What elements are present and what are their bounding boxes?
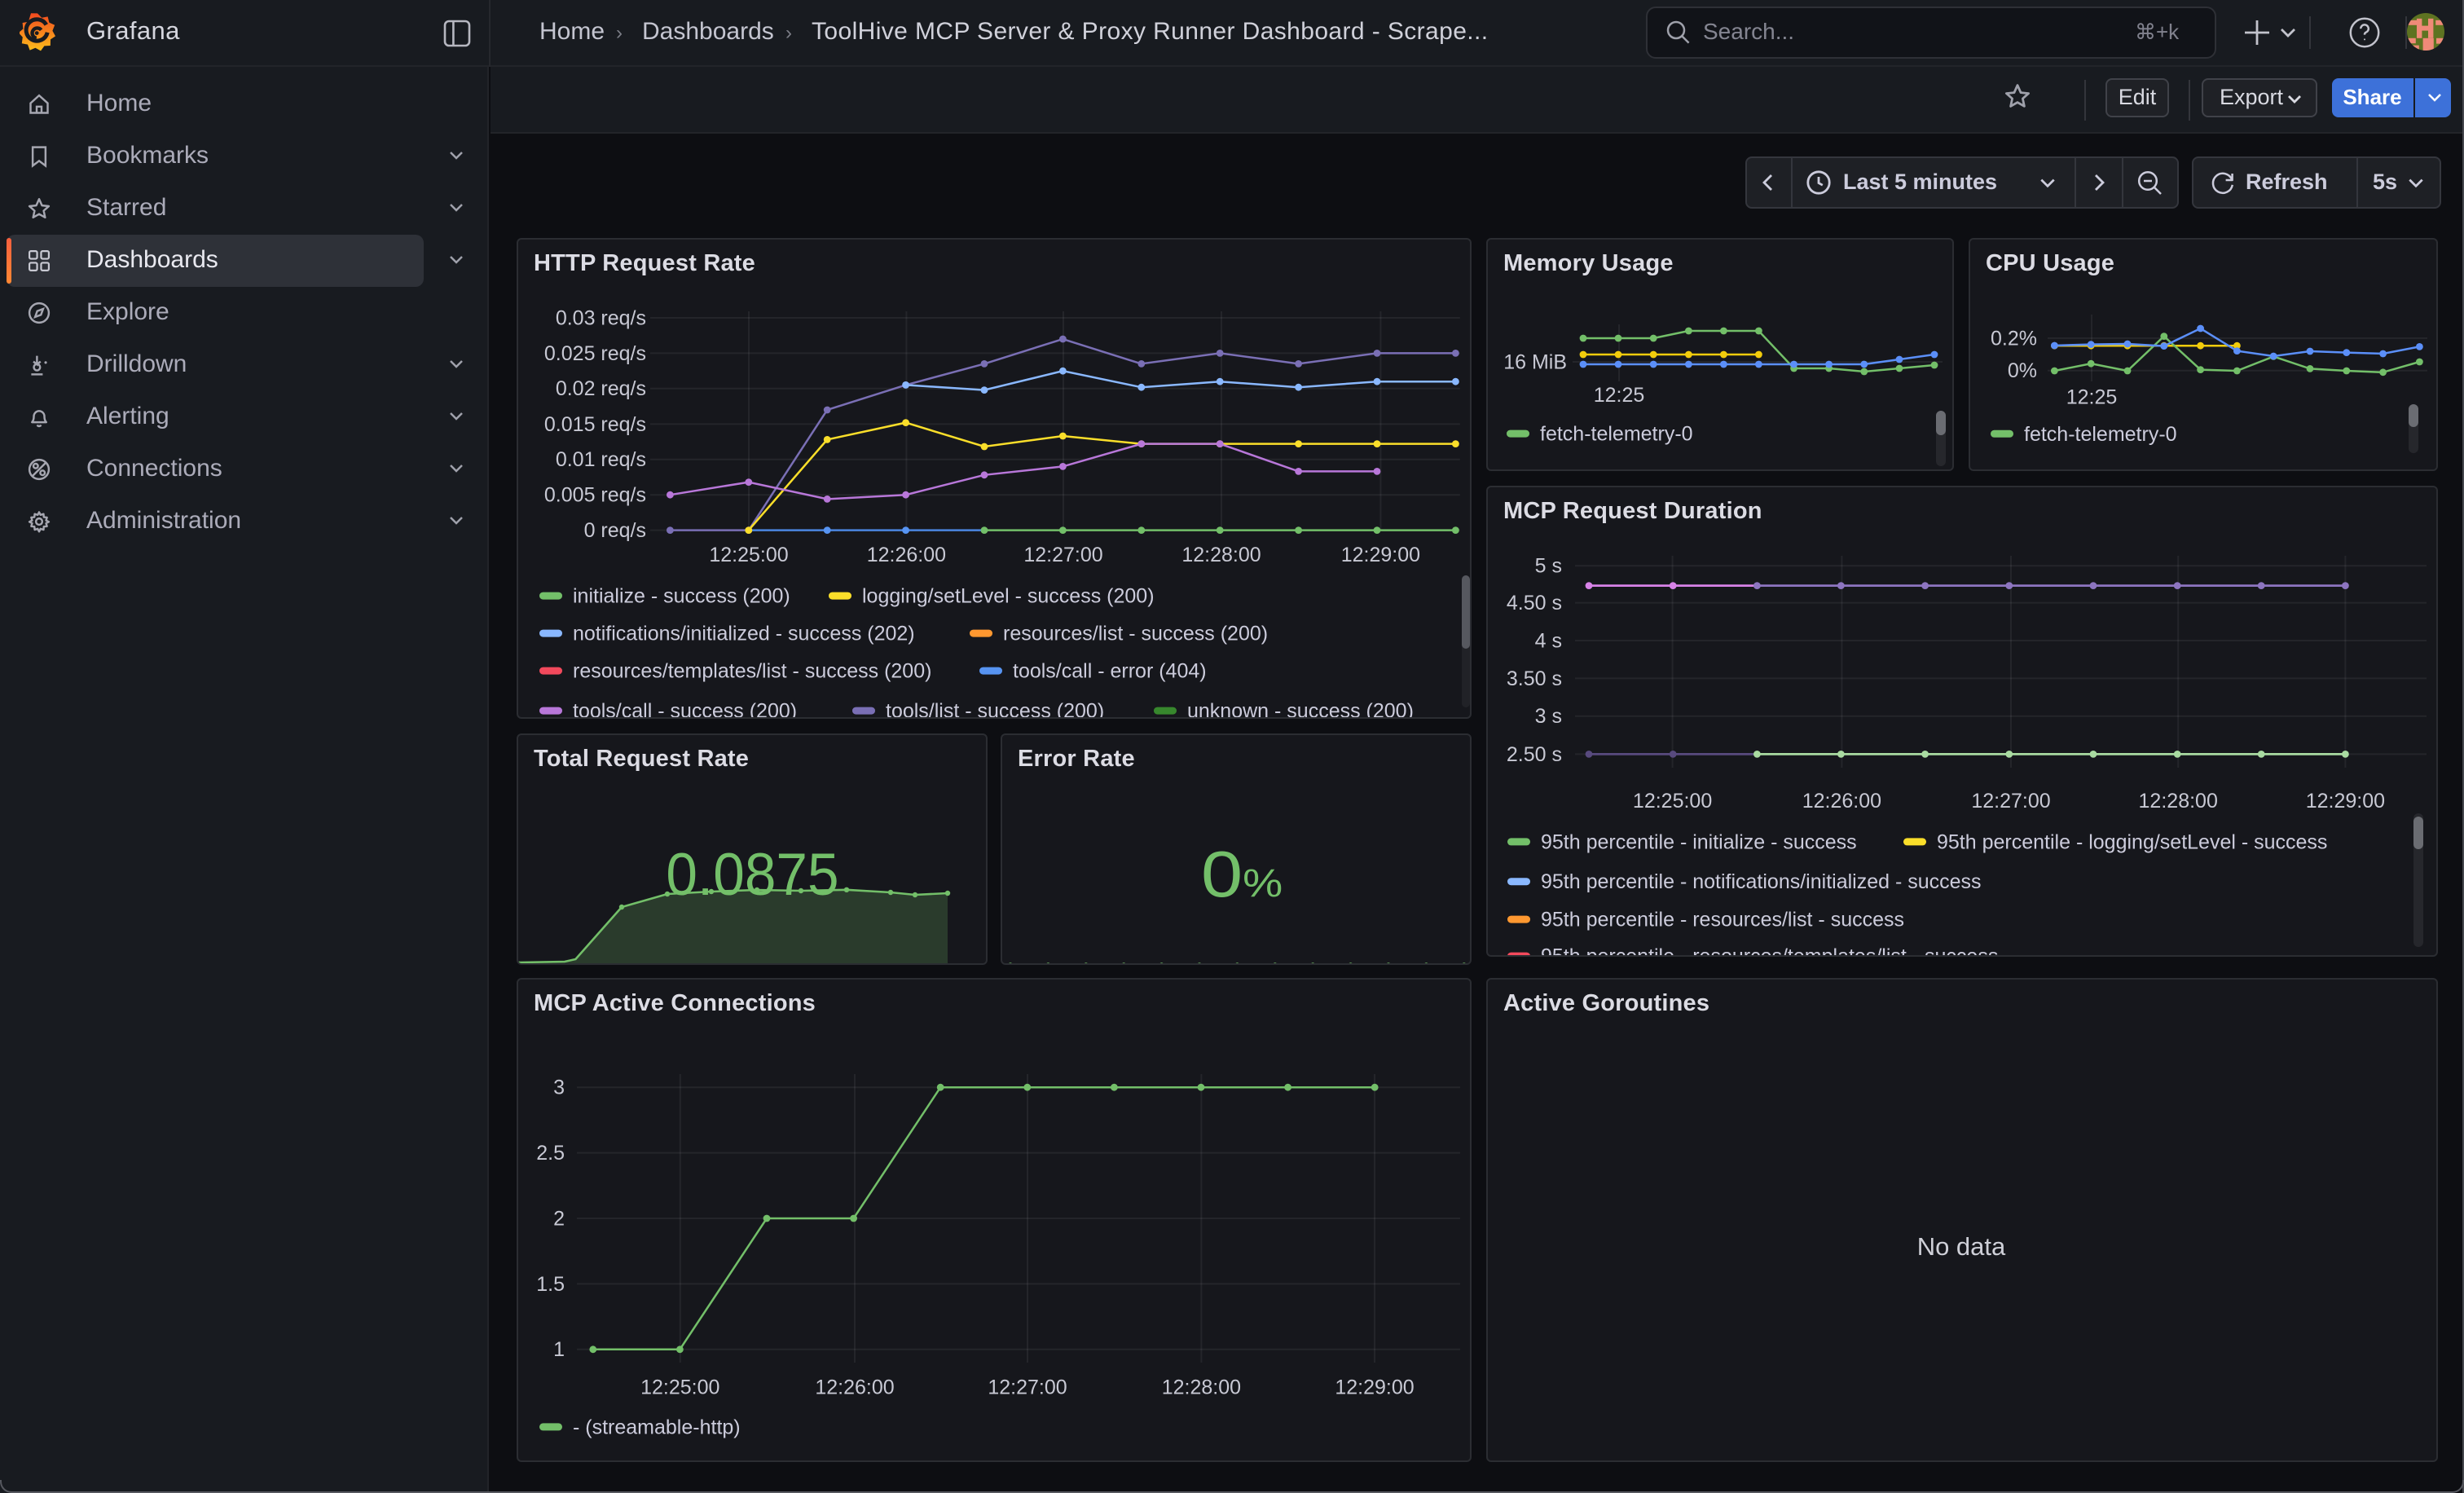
svg-text:95th percentile - resources/te: 95th percentile - resources/templates/li…	[1540, 945, 1997, 956]
svg-text:12:28:00: 12:28:00	[1161, 1375, 1240, 1398]
svg-text:1: 1	[552, 1337, 564, 1360]
svg-text:3: 3	[552, 1076, 564, 1099]
svg-text:12:29:00: 12:29:00	[2305, 789, 2384, 812]
svg-text:4.50 s: 4.50 s	[1506, 591, 1561, 614]
svg-text:resources/templates/list - suc: resources/templates/list - success (200)	[572, 659, 931, 682]
svg-text:12:26:00: 12:26:00	[814, 1375, 893, 1398]
svg-text:2: 2	[552, 1206, 564, 1229]
svg-text:2.5: 2.5	[535, 1141, 564, 1164]
svg-text:1.5: 1.5	[535, 1272, 564, 1295]
svg-text:12:25:00: 12:25:00	[1632, 789, 1711, 812]
svg-text:3.50 s: 3.50 s	[1506, 667, 1561, 689]
svg-text:16 MiB: 16 MiB	[1503, 350, 1566, 372]
svg-text:tools/call - error (404): tools/call - error (404)	[1012, 659, 1206, 682]
svg-text:2.50 s: 2.50 s	[1506, 742, 1561, 765]
svg-text:12:27:00: 12:27:00	[987, 1375, 1066, 1398]
svg-text:12:29:00: 12:29:00	[1334, 1375, 1413, 1398]
svg-text:fetch-telemetry-0: fetch-telemetry-0	[2023, 422, 2176, 445]
svg-text:0%: 0%	[2007, 359, 2036, 381]
svg-text:logging/setLevel - success (20: logging/setLevel - success (200)	[861, 584, 1154, 607]
svg-text:95th percentile - resources/li: 95th percentile - resources/list - succe…	[1540, 908, 1903, 931]
svg-text:tools/list - success (200): tools/list - success (200)	[885, 699, 1103, 716]
svg-text:0.2%: 0.2%	[1990, 326, 2036, 349]
svg-text:12:26:00: 12:26:00	[1802, 789, 1881, 812]
svg-text:12:27:00: 12:27:00	[1970, 789, 2049, 812]
svg-text:4 s: 4 s	[1534, 628, 1561, 651]
svg-text:resources/list - success (200): resources/list - success (200)	[1002, 622, 1267, 645]
svg-text:unknown - success (200): unknown - success (200)	[1186, 699, 1413, 716]
svg-text:12:25:00: 12:25:00	[640, 1375, 719, 1398]
svg-text:5 s: 5 s	[1534, 554, 1561, 577]
svg-text:12:28:00: 12:28:00	[2138, 789, 2217, 812]
svg-text:3 s: 3 s	[1534, 704, 1561, 727]
svg-text:notifications/initialized - su: notifications/initialized - success (202…	[572, 622, 914, 645]
svg-text:fetch-telemetry-0: fetch-telemetry-0	[1539, 422, 1692, 445]
svg-text:95th percentile - logging/setL: 95th percentile - logging/setLevel - suc…	[1936, 830, 2326, 852]
svg-text:95th percentile - notification: 95th percentile - notifications/initiali…	[1540, 870, 1981, 892]
svg-text:12:25: 12:25	[1593, 383, 1644, 406]
svg-text:- (streamable-http): - (streamable-http)	[572, 1415, 740, 1438]
svg-text:12:25: 12:25	[2066, 385, 2117, 407]
svg-text:95th percentile - initialize -: 95th percentile - initialize - success	[1540, 830, 1856, 852]
svg-text:tools/call - success (200): tools/call - success (200)	[572, 699, 796, 716]
svg-text:initialize - success (200): initialize - success (200)	[572, 584, 790, 607]
